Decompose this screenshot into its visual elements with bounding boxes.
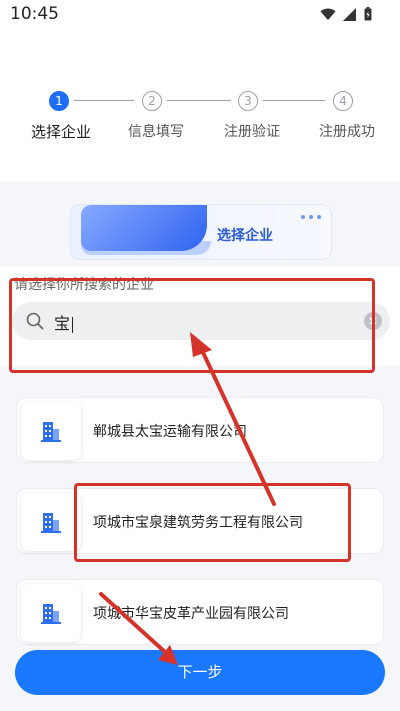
company-list-item[interactable]: 项城市华宝皮革产业园有限公司 <box>16 579 384 645</box>
building-icon <box>41 422 61 442</box>
step-3-number: 3 <box>238 91 258 111</box>
status-time: 10:45 <box>10 4 59 24</box>
company-name: 项城市华宝皮革产业园有限公司 <box>93 606 289 622</box>
step-3-label: 注册验证 <box>224 124 280 140</box>
registration-stepper: 1 2 3 4 选择企业 信息填写 注册验证 注册成功 <box>0 88 400 148</box>
step-2-label: 信息填写 <box>128 124 184 140</box>
search-hint: 请选择你所搜索的企业 <box>14 277 154 293</box>
company-icon-box <box>21 584 81 642</box>
signal-icon <box>343 7 356 21</box>
step-4-number: 4 <box>333 91 353 111</box>
banner-dots <box>301 215 321 219</box>
main-content: 选择企业 宝 请选择你所搜索的企业 郸城县太宝运输有限公司 项城市宝泉建筑劳务工… <box>0 182 400 711</box>
building-icon <box>41 604 61 624</box>
company-icon-box <box>21 493 81 551</box>
company-list-item[interactable]: 郸城县太宝运输有限公司 <box>16 397 384 463</box>
search-input-value: 宝 <box>54 310 73 334</box>
step-1-number: 1 <box>49 91 69 111</box>
step-connector <box>74 100 134 101</box>
wifi-icon <box>320 8 336 20</box>
company-list-item[interactable]: 项城市宝泉建筑劳务工程有限公司 <box>16 488 384 554</box>
building-icon <box>41 513 61 533</box>
banner-title: 选择企业 <box>217 228 273 244</box>
company-name: 郸城县太宝运输有限公司 <box>93 424 247 440</box>
clear-icon[interactable] <box>364 312 382 330</box>
step-2-number: 2 <box>142 91 162 111</box>
company-name: 项城市宝泉建筑劳务工程有限公司 <box>93 515 303 531</box>
step-connector <box>263 100 325 101</box>
next-step-button[interactable]: 下一步 <box>15 650 385 695</box>
battery-icon <box>364 7 372 21</box>
step-1-label: 选择企业 <box>30 123 92 141</box>
select-company-banner: 选择企业 <box>70 204 332 260</box>
company-icon-box <box>21 402 81 460</box>
search-icon <box>26 312 44 330</box>
status-icons <box>320 7 372 21</box>
banner-decoration <box>81 205 207 251</box>
status-bar: 10:45 <box>0 0 400 30</box>
step-connector <box>167 100 231 101</box>
step-4-label: 注册成功 <box>319 124 375 140</box>
search-input[interactable]: 宝 <box>12 302 390 340</box>
